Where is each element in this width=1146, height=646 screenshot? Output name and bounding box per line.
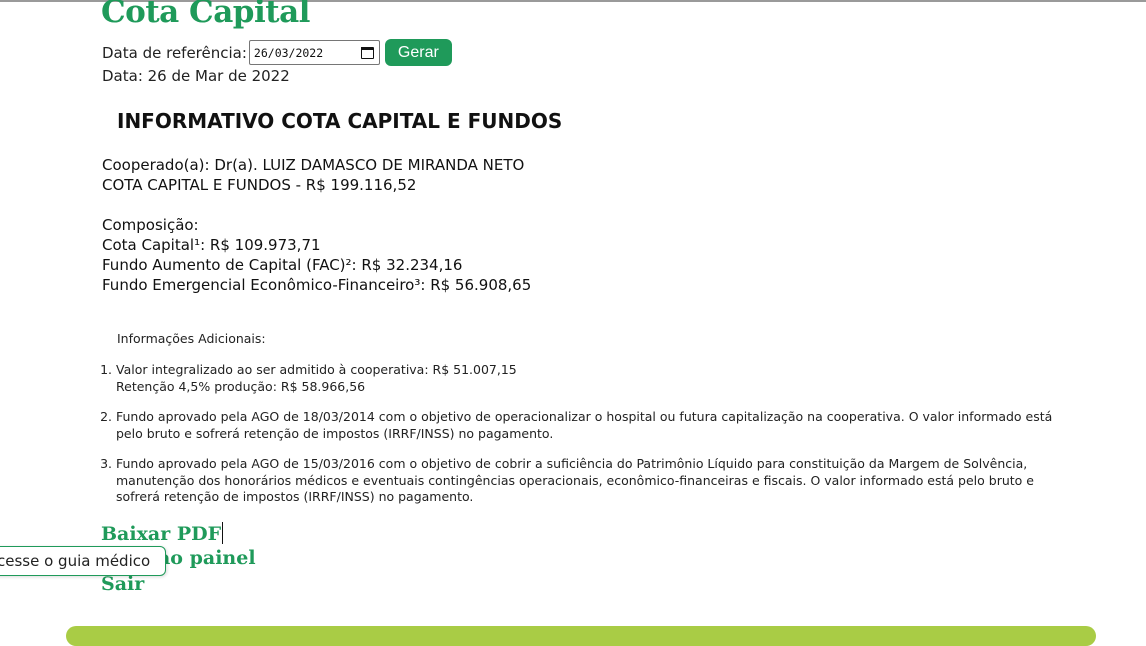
note-text: Valor integralizado ao ser admitido à co… [116,362,517,377]
text-cursor [222,522,224,544]
report-date: Data: 26 de Mar de 2022 [102,67,290,85]
reference-date-row: Data de referência: 26/03/2022 Gerar [102,39,452,66]
bottom-bar [66,626,1096,646]
note-text: Fundo aprovado pela AGO de 18/03/2014 co… [116,409,1053,441]
reference-date-label: Data de referência: [102,43,247,62]
back-to-panel-link[interactable]: ao painel [158,547,256,569]
note-item: Fundo aprovado pela AGO de 18/03/2014 co… [116,409,1064,442]
composition: Composição: Cota Capital¹: R$ 109.973,71… [102,215,531,295]
additional-notes-list: Valor integralizado ao ser admitido à co… [98,362,1064,520]
logout-link[interactable]: Sair [101,573,144,595]
note-item: Fundo aprovado pela AGO de 15/03/2016 co… [116,456,1064,506]
composition-item: Fundo Aumento de Capital (FAC)²: R$ 32.2… [102,256,463,274]
additional-info-title: Informações Adicionais: [117,331,266,346]
calendar-icon[interactable] [360,46,374,59]
medical-guide-tab[interactable]: cesse o guia médico [0,546,166,576]
composition-item: Cota Capital¹: R$ 109.973,71 [102,236,321,254]
page-title: Cota Capital [101,0,310,30]
reference-date-value: 26/03/2022 [253,45,324,60]
composition-label: Composição: [102,216,199,234]
member-name: Cooperado(a): Dr(a). LUIZ DAMASCO DE MIR… [102,156,525,174]
member-summary: Cooperado(a): Dr(a). LUIZ DAMASCO DE MIR… [102,155,524,195]
note-text: Fundo aprovado pela AGO de 15/03/2016 co… [116,456,1034,504]
generate-button[interactable]: Gerar [384,39,452,66]
composition-item: Fundo Emergencial Econômico-Financeiro³:… [102,276,532,294]
reference-date-input[interactable]: 26/03/2022 [248,40,380,65]
report-heading: INFORMATIVO COTA CAPITAL E FUNDOS [117,109,563,133]
note-text: Retenção 4,5% produção: R$ 58.966,56 [116,378,366,394]
total-amount: COTA CAPITAL E FUNDOS - R$ 199.116,52 [102,176,417,194]
download-pdf-link[interactable]: Baixar PDF [101,522,224,545]
note-item: Valor integralizado ao ser admitido à co… [116,362,1064,395]
